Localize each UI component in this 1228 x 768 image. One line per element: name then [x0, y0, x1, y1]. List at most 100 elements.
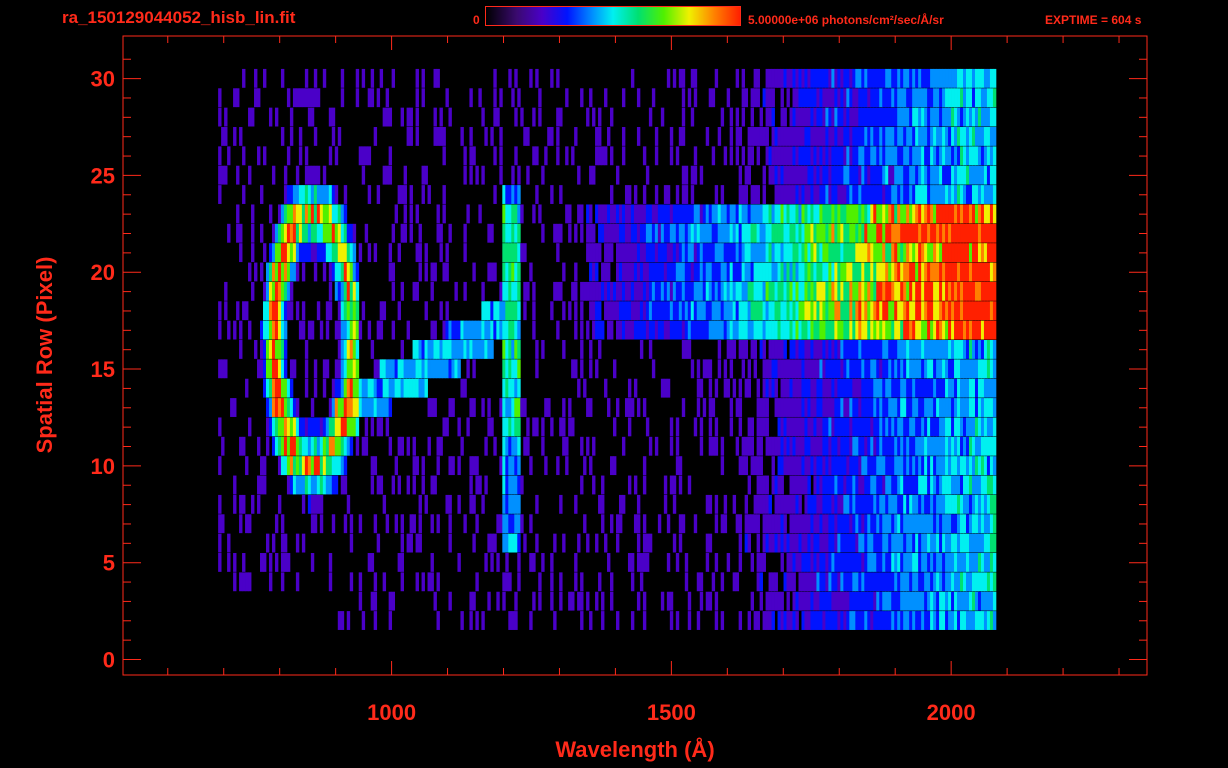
heatmap-cell: [654, 436, 659, 456]
heatmap-cell: [930, 68, 934, 88]
heatmap-cell: [786, 378, 790, 398]
heatmap-cell: [672, 68, 677, 88]
heatmap-cell: [837, 533, 841, 553]
heatmap-cell: [927, 301, 931, 321]
heatmap-cell: [433, 262, 437, 282]
heatmap-cell: [481, 107, 485, 127]
heatmap-cell: [771, 359, 775, 379]
heatmap-cell: [870, 436, 874, 456]
heatmap-cell: [783, 127, 787, 146]
heatmap-cell: [983, 204, 988, 224]
heatmap-cell: [511, 301, 515, 321]
heatmap-cell: [705, 553, 710, 572]
heatmap-cell: [786, 553, 790, 572]
heatmap-cell: [980, 223, 985, 243]
heatmap-cell: [580, 301, 584, 321]
heatmap-cell: [942, 553, 946, 572]
heatmap-cell: [864, 262, 868, 282]
heatmap-cell: [960, 398, 964, 417]
heatmap-cell: [242, 553, 246, 572]
heatmap-cell: [457, 553, 461, 572]
heatmap-cell: [885, 185, 889, 204]
heatmap-cell: [977, 456, 982, 476]
heatmap-cell: [948, 301, 952, 321]
heatmap-cell: [989, 436, 994, 456]
heatmap-cell: [556, 281, 560, 301]
heatmap-cell: [669, 475, 674, 495]
heatmap-cell: [891, 475, 895, 495]
heatmap-cell: [298, 88, 303, 108]
heatmap-cell: [780, 359, 784, 379]
heatmap-cell: [822, 320, 826, 340]
heatmap-cell: [879, 281, 883, 301]
heatmap-cell: [604, 223, 608, 243]
heatmap-cell: [654, 301, 659, 321]
heatmap-cell: [424, 340, 428, 359]
heatmap-cell: [783, 223, 787, 243]
heatmap-cell: [816, 146, 820, 166]
heatmap-cell: [607, 281, 611, 301]
heatmap-cell: [822, 68, 826, 88]
heatmap-cell: [759, 204, 763, 224]
heatmap-cell: [876, 359, 880, 379]
heatmap-cell: [666, 301, 671, 321]
heatmap-cell: [858, 398, 862, 417]
heatmap-cell: [936, 378, 940, 398]
heatmap-cell: [974, 301, 979, 321]
heatmap-cell: [535, 417, 539, 437]
heatmap-cell: [777, 340, 781, 359]
heatmap-cell: [963, 301, 967, 321]
heatmap-cell: [328, 185, 333, 204]
heatmap-cell: [870, 494, 874, 514]
heatmap-cell: [523, 398, 527, 417]
heatmap-cell: [954, 204, 958, 224]
heatmap-cell: [989, 243, 994, 263]
heatmap-cell: [882, 417, 886, 437]
heatmap-cell: [307, 107, 312, 127]
heatmap-cell: [828, 494, 832, 514]
heatmap-cell: [382, 398, 387, 417]
heatmap-cell: [927, 281, 931, 301]
heatmap-cell: [505, 223, 509, 243]
heatmap-cell: [891, 185, 895, 204]
heatmap-cell: [828, 533, 832, 553]
heatmap-cell: [499, 514, 503, 534]
heatmap-cell: [927, 165, 931, 185]
heatmap-cell: [684, 204, 689, 224]
heatmap-cell: [897, 204, 901, 224]
heatmap-cell: [882, 378, 886, 398]
heatmap-cell: [831, 223, 835, 243]
heatmap-cell: [804, 456, 808, 476]
heatmap-cell: [968, 68, 973, 88]
heatmap-cell: [819, 107, 823, 127]
heatmap-cell: [813, 553, 817, 572]
heatmap-cell: [379, 475, 384, 495]
heatmap-cell: [822, 378, 826, 398]
heatmap-cell: [589, 165, 593, 185]
heatmap-cell: [346, 436, 351, 456]
heatmap-cell: [849, 533, 853, 553]
heatmap-cell: [514, 514, 518, 534]
heatmap-cell: [822, 514, 826, 534]
heatmap-cell: [980, 320, 985, 340]
heatmap-cell: [439, 127, 443, 146]
heatmap-cell: [876, 88, 880, 108]
heatmap-cell: [379, 417, 384, 437]
heatmap-cell: [505, 494, 509, 514]
heatmap-cell: [598, 243, 602, 263]
heatmap-cell: [242, 146, 246, 166]
heatmap-cell: [738, 262, 743, 282]
heatmap-cell: [436, 223, 440, 243]
heatmap-cell: [618, 320, 623, 340]
heatmap-cell: [989, 301, 994, 321]
heatmap-cell: [768, 514, 772, 534]
heatmap-cell: [918, 262, 922, 282]
heatmap-cell: [879, 243, 883, 263]
heatmap-cell: [948, 417, 952, 437]
heatmap-cell: [738, 223, 743, 243]
heatmap-cell: [627, 204, 632, 224]
heatmap-cell: [810, 340, 814, 359]
heatmap-cell: [227, 146, 231, 166]
heatmap-cell: [810, 436, 814, 456]
heatmap-cell: [825, 320, 829, 340]
